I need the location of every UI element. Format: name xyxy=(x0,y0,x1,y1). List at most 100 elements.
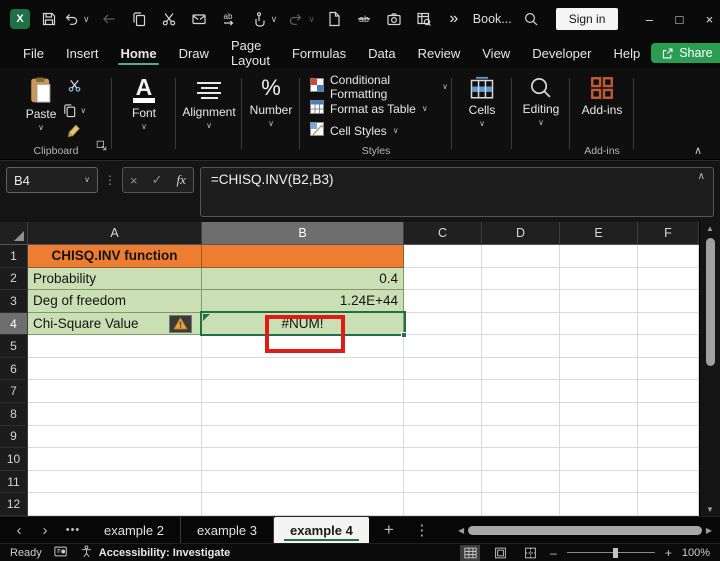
cell-E5[interactable] xyxy=(560,335,638,358)
macro-record-icon[interactable] xyxy=(54,545,68,561)
column-header-D[interactable]: D xyxy=(482,222,560,245)
cell-C10[interactable] xyxy=(404,448,482,471)
cell-B8[interactable] xyxy=(202,403,404,426)
row-header-2[interactable]: 2 xyxy=(0,268,28,291)
zoom-level[interactable]: 100% xyxy=(682,547,710,559)
collapse-ribbon-icon[interactable]: ∧ xyxy=(694,144,702,157)
cell-C11[interactable] xyxy=(404,471,482,494)
cell-B9[interactable] xyxy=(202,426,404,449)
cell-F11[interactable] xyxy=(638,471,699,494)
ribbon-tab-draw[interactable]: Draw xyxy=(168,38,220,68)
cell-F12[interactable] xyxy=(638,493,699,516)
strikethrough-icon[interactable]: ab xyxy=(353,7,375,31)
cell-B3[interactable]: 1.24E+44 xyxy=(202,290,404,313)
undo-chevron-icon[interactable]: ∨ xyxy=(83,14,90,25)
cell-E4[interactable] xyxy=(560,313,638,336)
sheet-tab-example-4[interactable]: example 4 xyxy=(274,517,369,543)
cell-A5[interactable] xyxy=(28,335,202,358)
cell-C8[interactable] xyxy=(404,403,482,426)
cell-A1[interactable]: CHISQ.INV function xyxy=(28,245,202,268)
cell-B6[interactable] xyxy=(202,358,404,381)
zoom-in-icon[interactable]: + xyxy=(665,546,672,560)
copy-icon[interactable] xyxy=(128,7,150,31)
cell-E6[interactable] xyxy=(560,358,638,381)
sheet-nav-right-icon[interactable]: › xyxy=(32,517,58,543)
row-header-3[interactable]: 3 xyxy=(0,290,28,313)
cell-E7[interactable] xyxy=(560,380,638,403)
cell-D12[interactable] xyxy=(482,493,560,516)
conditional-formatting-button[interactable]: Conditional Formatting∨ xyxy=(310,76,448,97)
cells-button[interactable]: Cells ∨ xyxy=(469,76,496,128)
ribbon-tab-insert[interactable]: Insert xyxy=(55,38,110,68)
format-as-table-button[interactable]: Format as Table∨ xyxy=(310,98,428,119)
normal-view-icon[interactable] xyxy=(460,545,480,561)
page-break-view-icon[interactable] xyxy=(520,545,540,561)
column-header-F[interactable]: F xyxy=(638,222,699,245)
alignment-button[interactable]: Alignment ∨ xyxy=(182,76,235,130)
scroll-left-icon[interactable]: ◀ xyxy=(458,526,464,535)
cell-E11[interactable] xyxy=(560,471,638,494)
name-box[interactable]: B4 ∨ xyxy=(6,167,98,193)
cell-D3[interactable] xyxy=(482,290,560,313)
accessibility-icon[interactable] xyxy=(80,545,93,561)
share-button[interactable]: Share ∨ xyxy=(651,43,720,63)
mail-edit-icon[interactable] xyxy=(188,7,210,31)
cell-D4[interactable] xyxy=(482,313,560,336)
row-header-10[interactable]: 10 xyxy=(0,448,28,471)
find-replace-icon[interactable]: ab xyxy=(218,7,240,31)
cell-D5[interactable] xyxy=(482,335,560,358)
ribbon-tab-data[interactable]: Data xyxy=(357,38,406,68)
cell-E12[interactable] xyxy=(560,493,638,516)
cancel-icon[interactable]: × xyxy=(123,173,145,188)
enter-icon[interactable]: ✓ xyxy=(145,172,170,188)
accessibility-status[interactable]: Accessibility: Investigate xyxy=(99,547,230,559)
column-header-E[interactable]: E xyxy=(560,222,638,245)
cell-A10[interactable] xyxy=(28,448,202,471)
error-warning-icon[interactable] xyxy=(169,315,192,333)
cell-C2[interactable] xyxy=(404,268,482,291)
new-file-icon[interactable] xyxy=(323,7,345,31)
cell-F1[interactable] xyxy=(638,245,699,268)
cell-A4[interactable]: Chi-Square Value xyxy=(28,313,202,336)
cell-B10[interactable] xyxy=(202,448,404,471)
cell-F3[interactable] xyxy=(638,290,699,313)
row-header-4[interactable]: 4 xyxy=(0,313,28,336)
cell-E8[interactable] xyxy=(560,403,638,426)
cell-D11[interactable] xyxy=(482,471,560,494)
cell-E10[interactable] xyxy=(560,448,638,471)
cell-C1[interactable] xyxy=(404,245,482,268)
cell-A12[interactable] xyxy=(28,493,202,516)
all-sheets-icon[interactable]: ••• xyxy=(58,517,88,543)
ribbon-tab-developer[interactable]: Developer xyxy=(521,38,602,68)
back-arrow-icon[interactable] xyxy=(98,7,120,31)
cell-F9[interactable] xyxy=(638,426,699,449)
number-button[interactable]: % Number ∨ xyxy=(250,76,293,128)
cell-D9[interactable] xyxy=(482,426,560,449)
cell-B11[interactable] xyxy=(202,471,404,494)
formula-input[interactable]: =CHISQ.INV(B2,B3) ∧ xyxy=(200,167,714,217)
cell-E3[interactable] xyxy=(560,290,638,313)
search-icon[interactable] xyxy=(520,7,542,31)
ribbon-tab-home[interactable]: Home xyxy=(109,38,167,68)
cell-styles-button[interactable]: Cell Styles∨ xyxy=(310,120,399,141)
select-all-corner[interactable] xyxy=(0,222,28,245)
addins-button[interactable]: Add-ins xyxy=(582,76,623,117)
cell-A9[interactable] xyxy=(28,426,202,449)
column-header-A[interactable]: A xyxy=(28,222,202,245)
row-header-6[interactable]: 6 xyxy=(0,358,28,381)
cell-C6[interactable] xyxy=(404,358,482,381)
ribbon-tab-page-layout[interactable]: Page Layout xyxy=(220,38,281,68)
sheet-options-icon[interactable]: ⋮ xyxy=(409,517,435,543)
cell-F6[interactable] xyxy=(638,358,699,381)
cell-B4[interactable]: #NUM! xyxy=(202,313,404,336)
print-preview-icon[interactable] xyxy=(413,7,435,31)
cell-E9[interactable] xyxy=(560,426,638,449)
ribbon-tab-view[interactable]: View xyxy=(471,38,521,68)
sheet-nav-left-icon[interactable]: ‹ xyxy=(6,517,32,543)
horizontal-scroll-thumb[interactable] xyxy=(468,526,702,535)
cell-E1[interactable] xyxy=(560,245,638,268)
cell-C9[interactable] xyxy=(404,426,482,449)
new-sheet-icon[interactable]: + xyxy=(369,517,409,543)
minimize-button[interactable]: – xyxy=(634,0,664,38)
more-commands-icon[interactable]: » xyxy=(443,7,465,31)
